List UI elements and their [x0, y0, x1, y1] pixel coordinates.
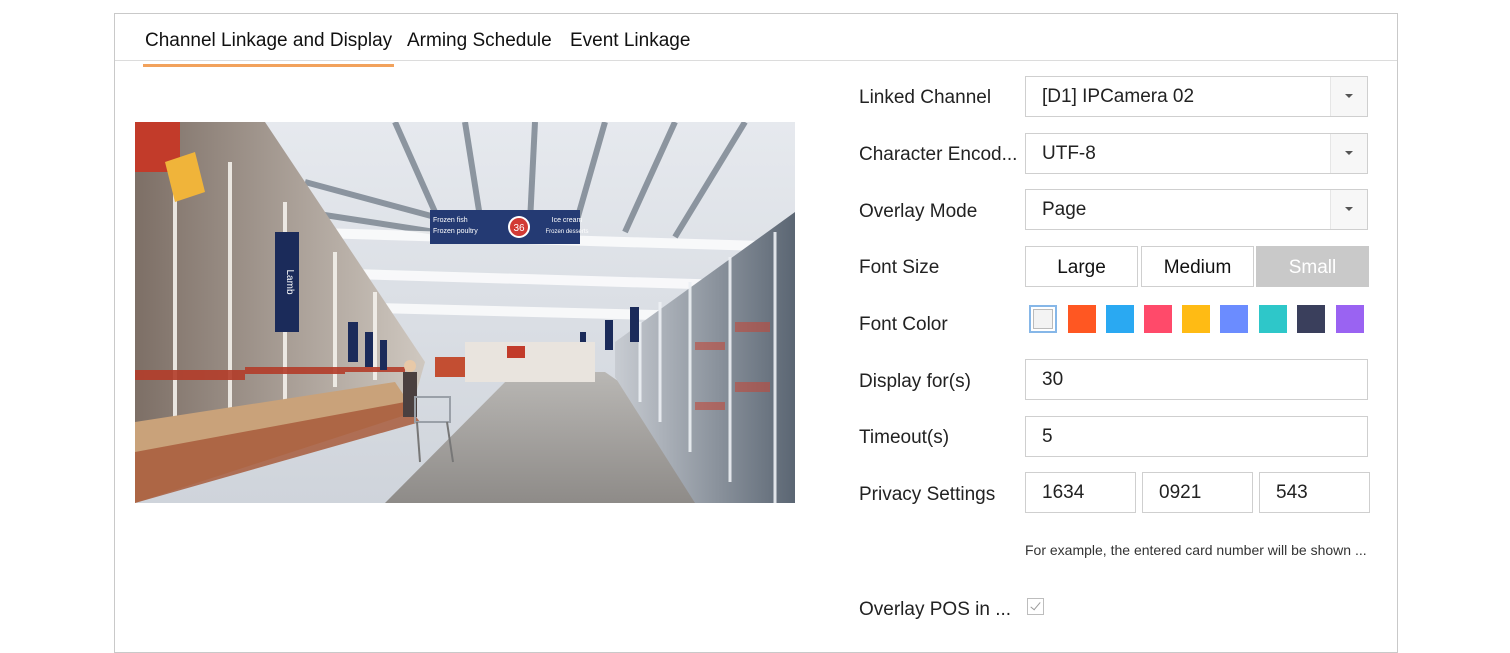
- font-color-swatch-navy[interactable]: [1297, 305, 1325, 333]
- font-size-label: Font Size: [859, 257, 940, 278]
- character-encoding-select[interactable]: UTF-8: [1025, 133, 1368, 174]
- overlay-pos-checkbox[interactable]: [1027, 598, 1044, 615]
- sign-number: 36: [513, 223, 525, 234]
- tab-channel-linkage-display[interactable]: Channel Linkage and Display: [143, 30, 395, 67]
- font-color-swatch-orange[interactable]: [1068, 305, 1096, 333]
- privacy-hint: For example, the entered card number wil…: [1025, 542, 1367, 558]
- font-color-label: Font Color: [859, 314, 948, 335]
- font-size-medium-button[interactable]: Medium: [1141, 246, 1254, 287]
- font-color-swatch-blue[interactable]: [1106, 305, 1134, 333]
- privacy-value-2: 0921: [1159, 482, 1202, 503]
- privacy-settings-label: Privacy Settings: [859, 484, 996, 505]
- timeout-input[interactable]: 5: [1025, 416, 1368, 457]
- linked-channel-select[interactable]: [D1] IPCamera 02: [1025, 76, 1368, 117]
- tab-bar: Channel Linkage and Display Arming Sched…: [115, 14, 1397, 67]
- caret-down-icon: [1345, 151, 1353, 155]
- font-color-swatch-teal[interactable]: [1259, 305, 1287, 333]
- overlay-pos-label: Overlay POS in ...: [859, 599, 1012, 620]
- sign-left-line-1: Frozen fish: [433, 217, 468, 224]
- privacy-input-1[interactable]: 1634: [1025, 472, 1136, 513]
- settings-panel: Channel Linkage and Display Arming Sched…: [114, 13, 1398, 653]
- display-for-input[interactable]: 30: [1025, 359, 1368, 400]
- font-color-swatch-pink[interactable]: [1144, 305, 1172, 333]
- caret-down-icon: [1345, 94, 1353, 98]
- overlay-mode-label: Overlay Mode: [859, 201, 978, 222]
- privacy-input-3[interactable]: 543: [1259, 472, 1370, 513]
- overlay-mode-value: Page: [1042, 199, 1087, 220]
- caret-down-icon: [1345, 207, 1353, 211]
- swatch-fill: [1033, 309, 1053, 329]
- linked-channel-value: [D1] IPCamera 02: [1042, 86, 1195, 107]
- privacy-input-2[interactable]: 0921: [1142, 472, 1253, 513]
- overlay-mode-dropdown-toggle[interactable]: [1330, 190, 1367, 229]
- side-sign-text: Lamb: [284, 269, 295, 294]
- font-color-swatch-purple[interactable]: [1336, 305, 1364, 333]
- timeout-label: Timeout(s): [859, 427, 950, 448]
- font-size-small-button[interactable]: Small: [1256, 246, 1369, 287]
- font-color-swatch-periwinkle[interactable]: [1220, 305, 1248, 333]
- privacy-value-1: 1634: [1042, 482, 1085, 503]
- sign-left-line-2: Frozen poultry: [433, 228, 478, 235]
- font-size-large-button[interactable]: Large: [1025, 246, 1138, 287]
- linked-channel-label: Linked Channel: [859, 87, 992, 108]
- sign-right-line-1: Ice cream: [552, 217, 583, 224]
- sign-right-line-2: Frozen desserts: [545, 229, 588, 235]
- font-color-swatch-yellow[interactable]: [1182, 305, 1210, 333]
- checkmark-icon: [1030, 599, 1041, 611]
- display-for-label: Display for(s): [859, 371, 971, 392]
- character-encoding-value: UTF-8: [1042, 143, 1096, 164]
- character-encoding-label: Character Encod...: [859, 144, 1018, 165]
- character-encoding-dropdown-toggle[interactable]: [1330, 134, 1367, 173]
- tab-event-linkage[interactable]: Event Linkage: [568, 30, 692, 64]
- linked-channel-dropdown-toggle[interactable]: [1330, 77, 1367, 116]
- display-for-value: 30: [1042, 369, 1064, 390]
- tab-arming-schedule[interactable]: Arming Schedule: [405, 30, 554, 64]
- font-color-swatch-white[interactable]: [1029, 305, 1057, 333]
- camera-preview-image: Lamb 36 Frozen fish Frozen poultry Ice c…: [135, 122, 795, 503]
- timeout-value: 5: [1042, 426, 1053, 447]
- overlay-mode-select[interactable]: Page: [1025, 189, 1368, 230]
- privacy-value-3: 543: [1276, 482, 1308, 503]
- camera-preview: Lamb 36 Frozen fish Frozen poultry Ice c…: [135, 122, 795, 503]
